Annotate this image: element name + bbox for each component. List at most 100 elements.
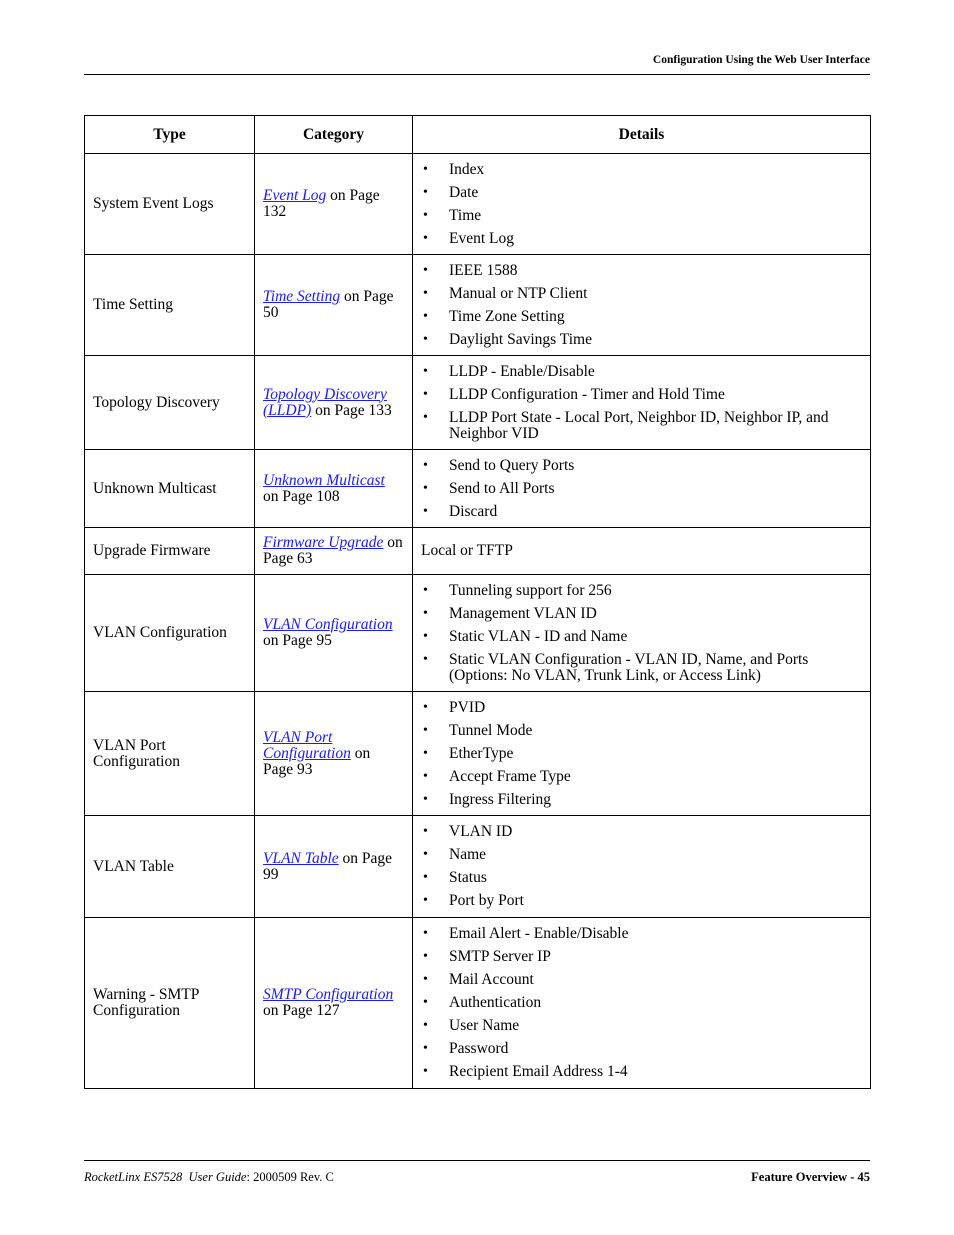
details-cell: • VLAN ID • Name • Status • Port by Port [412, 815, 871, 918]
details-list-item: • Static VLAN - ID and Name [421, 628, 862, 645]
details-item-text: Authentication [449, 994, 542, 1011]
category-page-ref: on Page 127 [263, 1002, 340, 1019]
details-cell: • Tunneling support for 256 • Management VL… [412, 574, 871, 692]
details-list-item: • Status [421, 870, 862, 886]
category-cell: SMTP Configuration on Page 127 [254, 917, 413, 1089]
details-item-text: Time Zone Setting [449, 307, 565, 325]
table-header-row: Type Category Details [84, 115, 871, 154]
details-item-text: PVID [449, 698, 486, 716]
details-list-item: • SMTP Server IP [421, 949, 862, 965]
details-list-item: • Management VLAN ID [421, 604, 862, 622]
table-row: System Event Logs Event Log on Page 132 • I… [84, 153, 871, 255]
details-item-text: Email Alert - Enable/Disable [449, 925, 629, 942]
details-item-text: Static VLAN Configuration - VLAN ID, Nam… [449, 650, 809, 684]
details-item-text: Mail Account [449, 971, 534, 988]
details-cell: • Index • Date • Time • Event Log [412, 153, 871, 255]
details-list: • Index • Date • Time • Event Log [421, 161, 862, 247]
details-item-text: LLDP Port State - Local Port, Neighbor I… [449, 408, 829, 442]
table-row: VLAN Table VLAN Table on Page 99 • VLAN ID •… [84, 815, 871, 918]
category-cell: Firmware Upgrade on Page 63 [254, 527, 413, 575]
category-cell: Event Log on Page 132 [254, 153, 413, 255]
bullet-icon: • [423, 628, 428, 644]
bullet-icon: • [423, 386, 428, 402]
bullet-icon: • [423, 651, 428, 667]
bullet-icon: • [423, 480, 428, 496]
column-header-category: Category [254, 115, 413, 154]
details-list-item: • EtherType [421, 744, 862, 762]
details-item-text: Name [449, 846, 487, 863]
category-link[interactable]: Firmware Upgrade [263, 534, 383, 551]
details-list-item: • Send to All Ports [421, 480, 862, 497]
details-list-item: • Recipient Email Address 1-4 [421, 1064, 862, 1080]
category-cell: VLAN Table on Page 99 [254, 815, 413, 918]
details-item-text: Daylight Savings Time [449, 330, 592, 348]
bullet-icon: • [423, 745, 428, 761]
category-link[interactable]: Time Setting [263, 288, 340, 305]
details-list-item: • Index [421, 161, 862, 178]
type-cell: Time Setting [84, 254, 255, 356]
bullet-icon: • [423, 285, 428, 301]
details-item-text: Status [449, 869, 487, 886]
category-page-ref: on Page 133 [311, 401, 392, 419]
details-list-item: • Time [421, 207, 862, 224]
bullet-icon: • [423, 230, 428, 246]
column-header-details: Details [412, 115, 871, 154]
details-item-text: EtherType [449, 744, 514, 762]
type-cell: Warning - SMTP Configuration [84, 917, 255, 1089]
details-list: • VLAN ID • Name • Status • Port by Port [421, 824, 862, 909]
details-list-item: • Port by Port [421, 893, 862, 909]
details-item-text: SMTP Server IP [449, 948, 551, 965]
details-text: Local or TFTP [421, 542, 513, 559]
details-cell: • LLDP - Enable/Disable • LLDP Configuratio… [412, 355, 871, 450]
feature-table: Type Category Details System Event Logs E… [84, 115, 871, 1089]
details-item-text: Management VLAN ID [449, 604, 597, 622]
details-list: • Tunneling support for 256 • Management VL… [421, 581, 862, 684]
details-item-text: Manual or NTP Client [449, 284, 588, 302]
details-list: • LLDP - Enable/Disable • LLDP Configuratio… [421, 363, 862, 442]
column-header-type: Type [84, 115, 255, 154]
type-cell: VLAN Table [84, 815, 255, 918]
details-list-item: • LLDP Port State - Local Port, Neighbor … [421, 408, 862, 442]
category-link[interactable]: Unknown Multicast [263, 472, 385, 489]
details-list-item: • Mail Account [421, 972, 862, 988]
type-cell: Upgrade Firmware [84, 527, 255, 575]
category-cell: Topology Discovery (LLDP) on Page 133 [254, 355, 413, 450]
details-item-text: Date [449, 183, 479, 201]
bullet-icon: • [423, 949, 428, 964]
category-link[interactable]: VLAN Port Configuration [263, 729, 351, 762]
details-list-item: • Authentication [421, 995, 862, 1011]
bullet-icon: • [423, 972, 428, 987]
details-list-item: • IEEE 1588 [421, 262, 862, 279]
details-list-item: • Static VLAN Configuration - VLAN ID, Na… [421, 650, 862, 684]
category-link[interactable]: Event Log [263, 187, 326, 204]
details-item-text: Ingress Filtering [449, 790, 552, 808]
bullet-icon: • [423, 995, 428, 1010]
category-link[interactable]: VLAN Configuration [263, 616, 393, 633]
category-page-ref: on Page 95 [263, 632, 332, 649]
footer-divider [84, 1160, 870, 1161]
category-cell: VLAN Configuration on Page 95 [254, 574, 413, 692]
details-item-text: LLDP Configuration - Timer and Hold Time [449, 385, 725, 403]
details-list-item: • Date [421, 183, 862, 201]
category-page-ref: on Page 108 [263, 487, 340, 505]
bullet-icon: • [423, 847, 428, 862]
details-list-item: • Manual or NTP Client [421, 284, 862, 302]
details-item-text: User Name [449, 1017, 520, 1034]
details-cell: • PVID • Tunnel Mode • EtherType • Accept Frame… [412, 691, 871, 816]
footer-doc-number: : 2000509 Rev. C [246, 1170, 334, 1184]
type-cell: System Event Logs [84, 153, 255, 255]
type-cell: Unknown Multicast [84, 449, 255, 528]
table-row: Warning - SMTP Configuration SMTP Configu… [84, 917, 871, 1089]
details-item-text: Tunneling support for 256 [449, 581, 612, 599]
details-list-item: • Daylight Savings Time [421, 330, 862, 348]
details-list-item: • Email Alert - Enable/Disable [421, 926, 862, 942]
details-item-text: Event Log [449, 229, 514, 247]
details-cell: Local or TFTP [412, 527, 871, 575]
bullet-icon: • [423, 207, 428, 223]
bullet-icon: • [423, 768, 428, 784]
footer-product: RocketLinx ES7528 [84, 1170, 183, 1184]
category-cell: Unknown Multicast on Page 108 [254, 449, 413, 528]
category-link[interactable]: VLAN Table [263, 850, 339, 867]
bullet-icon: • [423, 457, 428, 473]
category-link[interactable]: SMTP Configuration [263, 986, 393, 1003]
